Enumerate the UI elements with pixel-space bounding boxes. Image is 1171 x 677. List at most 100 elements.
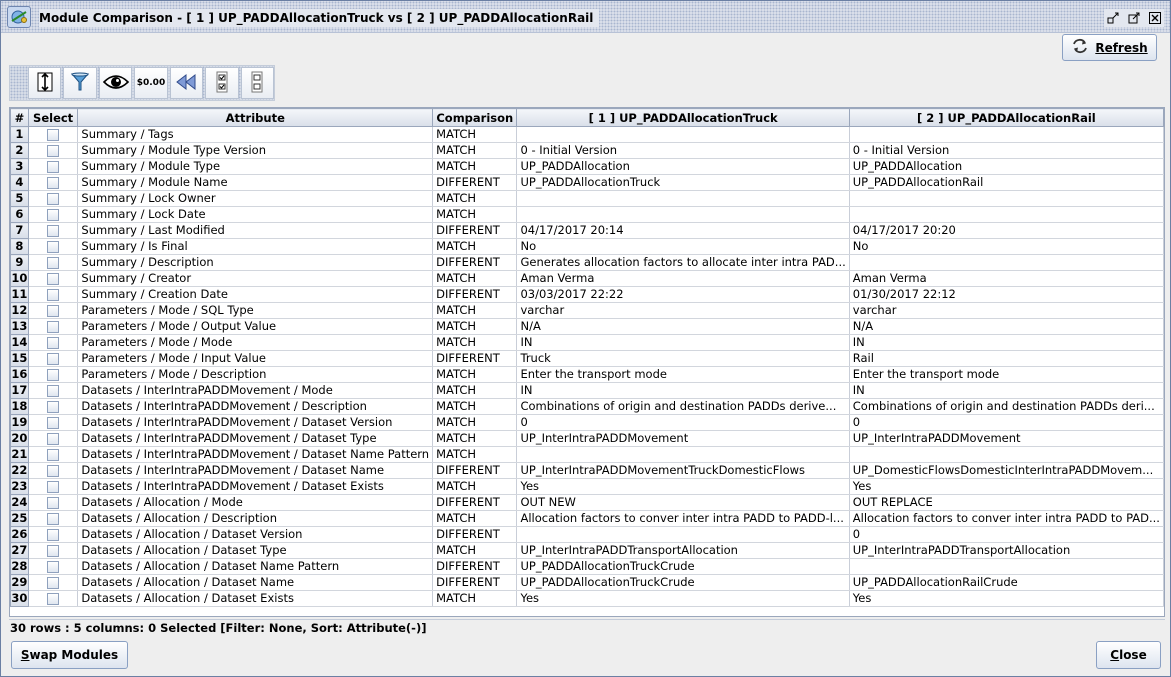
table-row[interactable]: 1 Summary / Tags MATCH xyxy=(10,126,1164,143)
table-row[interactable]: 9 Summary / Description DIFFERENT Generates… xyxy=(10,254,1164,271)
table-row[interactable]: 25 Datasets / Allocation / Description MAT… xyxy=(10,510,1164,527)
row-number[interactable]: 25 xyxy=(10,510,29,527)
table-row[interactable]: 4 Summary / Module Name DIFFERENT UP_PADDAl… xyxy=(10,174,1164,191)
table-row[interactable]: 27 Datasets / Allocation / Dataset Type MA… xyxy=(10,542,1164,559)
row-number[interactable]: 21 xyxy=(10,446,29,463)
table-row[interactable]: 21 Datasets / InterIntraPADDMovement / Da… xyxy=(10,446,1164,463)
row-select-checkbox[interactable] xyxy=(47,240,60,253)
table-row[interactable]: 23 Datasets / InterIntraPADDMovement / Da… xyxy=(10,478,1164,495)
row-select-checkbox[interactable] xyxy=(47,304,60,317)
row-select-checkbox[interactable] xyxy=(47,320,60,333)
row-number[interactable]: 8 xyxy=(10,238,29,255)
swap-modules-button[interactable]: Swap Modules xyxy=(11,641,128,669)
row-number[interactable]: 12 xyxy=(10,302,29,319)
row-select-checkbox[interactable] xyxy=(47,368,60,381)
table-row[interactable]: 12 Parameters / Mode / SQL Type MATCH varch… xyxy=(10,302,1164,319)
table-row[interactable]: 8 Summary / Is Final MATCH No No xyxy=(10,238,1164,255)
row-select-checkbox[interactable] xyxy=(47,464,60,477)
row-number[interactable]: 27 xyxy=(10,542,29,559)
table-row[interactable]: 29 Datasets / Allocation / Dataset Name DI… xyxy=(10,574,1164,591)
table-row[interactable]: 2 Summary / Module Type Version MATCH 0 - I… xyxy=(10,142,1164,159)
table-row[interactable]: 20 Datasets / InterIntraPADDMovement / Da… xyxy=(10,430,1164,447)
row-number[interactable]: 18 xyxy=(10,398,29,415)
close-button[interactable]: Close xyxy=(1096,641,1161,669)
table-row[interactable]: 14 Parameters / Mode / Mode MATCH IN IN xyxy=(10,334,1164,351)
row-number[interactable]: 19 xyxy=(10,414,29,431)
row-select-checkbox[interactable] xyxy=(47,336,60,349)
column-header-module-2[interactable]: [ 2 ] UP_PADDAllocationRail xyxy=(848,108,1164,127)
row-select-checkbox[interactable] xyxy=(47,128,60,141)
table-row[interactable]: 17 Datasets / InterIntraPADDMovement / Mo… xyxy=(10,382,1164,399)
table-row[interactable]: 16 Parameters / Mode / Description MATCH En… xyxy=(10,366,1164,383)
table-row[interactable]: 18 Datasets / InterIntraPADDMovement / De… xyxy=(10,398,1164,415)
row-select-checkbox[interactable] xyxy=(47,512,60,525)
table-row[interactable]: 22 Datasets / InterIntraPADDMovement / Da… xyxy=(10,462,1164,479)
table-row[interactable]: 11 Summary / Creation Date DIFFERENT 03/03/… xyxy=(10,286,1164,303)
row-number[interactable]: 3 xyxy=(10,158,29,175)
row-select-checkbox[interactable] xyxy=(47,384,60,397)
row-number[interactable]: 20 xyxy=(10,430,29,447)
table-row[interactable]: 24 Datasets / Allocation / Mode DIFFERENT O… xyxy=(10,494,1164,511)
row-number[interactable]: 4 xyxy=(10,174,29,191)
row-select-checkbox[interactable] xyxy=(47,288,60,301)
row-select-checkbox[interactable] xyxy=(47,496,60,509)
row-number[interactable]: 13 xyxy=(10,318,29,335)
row-select-checkbox[interactable] xyxy=(47,560,60,573)
row-select-checkbox[interactable] xyxy=(47,480,60,493)
row-number[interactable]: 15 xyxy=(10,350,29,367)
row-select-checkbox[interactable] xyxy=(47,400,60,413)
column-header-attribute[interactable]: Attribute xyxy=(77,108,434,127)
table-row[interactable]: 3 Summary / Module Type MATCH UP_PADDAlloca… xyxy=(10,158,1164,175)
row-number[interactable]: 24 xyxy=(10,494,29,511)
title-bar[interactable]: Module Comparison - [ 1 ] UP_PADDAllocat… xyxy=(1,1,1170,33)
format-button[interactable]: $0.00 xyxy=(134,67,168,99)
reset-button[interactable] xyxy=(169,67,204,99)
row-select-checkbox[interactable] xyxy=(47,192,60,205)
filter-button[interactable] xyxy=(63,67,97,99)
table-row[interactable]: 19 Datasets / InterIntraPADDMovement / Da… xyxy=(10,414,1164,431)
row-select-checkbox[interactable] xyxy=(47,208,60,221)
row-select-checkbox[interactable] xyxy=(47,224,60,237)
row-number[interactable]: 10 xyxy=(10,270,29,287)
row-number[interactable]: 29 xyxy=(10,574,29,591)
row-number[interactable]: 9 xyxy=(10,254,29,271)
row-select-checkbox[interactable] xyxy=(47,176,60,189)
row-number[interactable]: 14 xyxy=(10,334,29,351)
row-number[interactable]: 7 xyxy=(10,222,29,239)
table-row[interactable]: 10 Summary / Creator MATCH Aman Verma Aman V… xyxy=(10,270,1164,287)
sort-button[interactable] xyxy=(28,67,62,99)
row-number[interactable]: 6 xyxy=(10,206,29,223)
table-row[interactable]: 6 Summary / Lock Date MATCH xyxy=(10,206,1164,223)
row-number[interactable]: 16 xyxy=(10,366,29,383)
row-number[interactable]: 1 xyxy=(10,126,29,143)
row-number[interactable]: 28 xyxy=(10,558,29,575)
table-row[interactable]: 15 Parameters / Mode / Input Value DIFFERE… xyxy=(10,350,1164,367)
table-row[interactable]: 30 Datasets / Allocation / Dataset Exists… xyxy=(10,590,1164,607)
row-select-checkbox[interactable] xyxy=(47,592,60,605)
row-number[interactable]: 26 xyxy=(10,526,29,543)
table-row[interactable]: 7 Summary / Last Modified DIFFERENT 04/17/2… xyxy=(10,222,1164,239)
close-window-icon[interactable] xyxy=(1146,9,1164,27)
row-number[interactable]: 30 xyxy=(10,590,29,607)
table-row[interactable]: 26 Datasets / Allocation / Dataset Versio… xyxy=(10,526,1164,543)
row-select-checkbox[interactable] xyxy=(47,272,60,285)
row-select-checkbox[interactable] xyxy=(47,544,60,557)
row-select-checkbox[interactable] xyxy=(47,448,60,461)
row-select-checkbox[interactable] xyxy=(47,160,60,173)
row-number[interactable]: 23 xyxy=(10,478,29,495)
row-number[interactable]: 2 xyxy=(10,142,29,159)
minimize-icon[interactable] xyxy=(1104,9,1122,27)
row-number[interactable]: 11 xyxy=(10,286,29,303)
comparison-table-container[interactable]: # Select Attribute Comparison [ 1 ] UP_P… xyxy=(9,107,1165,617)
clear-selection-button[interactable] xyxy=(240,67,274,99)
row-select-checkbox[interactable] xyxy=(47,352,60,365)
row-select-checkbox[interactable] xyxy=(47,432,60,445)
refresh-button[interactable]: Refresh xyxy=(1062,34,1157,61)
table-row[interactable]: 5 Summary / Lock Owner MATCH xyxy=(10,190,1164,207)
table-row[interactable]: 13 Parameters / Mode / Output Value MATCH N… xyxy=(10,318,1164,335)
maximize-icon[interactable] xyxy=(1125,9,1143,27)
row-select-checkbox[interactable] xyxy=(47,528,60,541)
column-header-number[interactable]: # xyxy=(10,108,29,127)
column-header-comparison[interactable]: Comparison xyxy=(432,108,518,127)
column-header-module-1[interactable]: [ 1 ] UP_PADDAllocationTruck xyxy=(516,108,850,127)
